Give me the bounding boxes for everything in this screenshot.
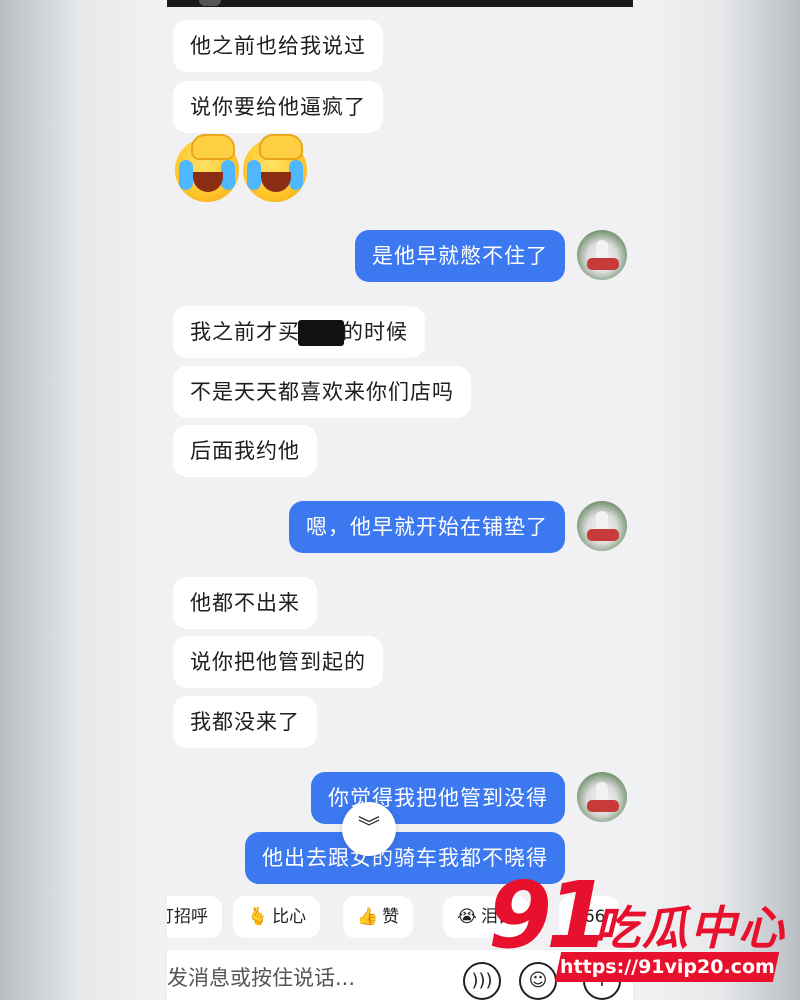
emoji-message[interactable]: [175, 134, 307, 202]
chip-label: 比心: [272, 907, 307, 927]
chat-screen: 他之前也给我说过 说你要给他逼疯了 是他早就憋不住了 我之前才买 的时候 不是天天…: [167, 0, 633, 1000]
message-bubble-incoming[interactable]: 他之前也给我说过: [173, 20, 383, 72]
face-palm-laughing-emoji: [243, 134, 307, 202]
avatar[interactable]: [577, 772, 627, 822]
message-bubble-incoming[interactable]: 不是天天都喜欢来你们店吗: [173, 366, 471, 418]
face-palm-laughing-emoji: [175, 134, 239, 202]
message-bubble-outgoing[interactable]: 是他早就憋不住了: [355, 230, 565, 282]
watermark-number: 91: [488, 862, 610, 969]
message-bubble-incoming[interactable]: 我之前才买 的时候: [173, 306, 425, 358]
site-watermark: 91 吃瓜中心 https://91vip20.com: [488, 866, 788, 986]
avatar[interactable]: [577, 501, 627, 551]
double-chevron-down-icon: ︾: [357, 816, 380, 841]
message-bubble-incoming[interactable]: 说你把他管到起的: [173, 636, 383, 688]
status-indicator: [199, 0, 221, 6]
message-bubble-outgoing[interactable]: 嗯，他早就开始在铺垫了: [289, 501, 565, 553]
thumbs-up-icon: 👍: [357, 907, 379, 927]
message-bubble-incoming[interactable]: 说你要给他逼疯了: [173, 81, 383, 133]
redaction-mark: [298, 320, 344, 346]
message-bubble-incoming[interactable]: 我都没来了: [173, 696, 317, 748]
avatar[interactable]: [577, 230, 627, 280]
message-bubble-incoming[interactable]: 他都不出来: [173, 577, 317, 629]
watermark-url: https://91vip20.com: [554, 952, 780, 982]
scroll-to-bottom-button[interactable]: ︾: [342, 802, 396, 856]
message-text: 的时候: [342, 320, 408, 344]
quick-reply-like[interactable]: 👍 赞: [343, 896, 414, 938]
chip-label: 赞: [382, 907, 400, 927]
finger-heart-icon: 🫰: [247, 907, 269, 927]
message-text: 我之前才买: [190, 320, 300, 344]
chip-label: 打招呼: [167, 907, 208, 927]
status-bar: [167, 0, 633, 7]
message-input[interactable]: 发消息或按住说话...: [167, 962, 355, 992]
message-bubble-incoming[interactable]: 后面我约他: [173, 425, 317, 477]
quick-reply-greet[interactable]: 打招呼: [167, 896, 222, 938]
quick-reply-heart[interactable]: 🫰 比心: [233, 896, 321, 938]
watermark-title: 吃瓜中心: [594, 901, 786, 955]
crying-face-icon: 😭: [457, 907, 477, 927]
